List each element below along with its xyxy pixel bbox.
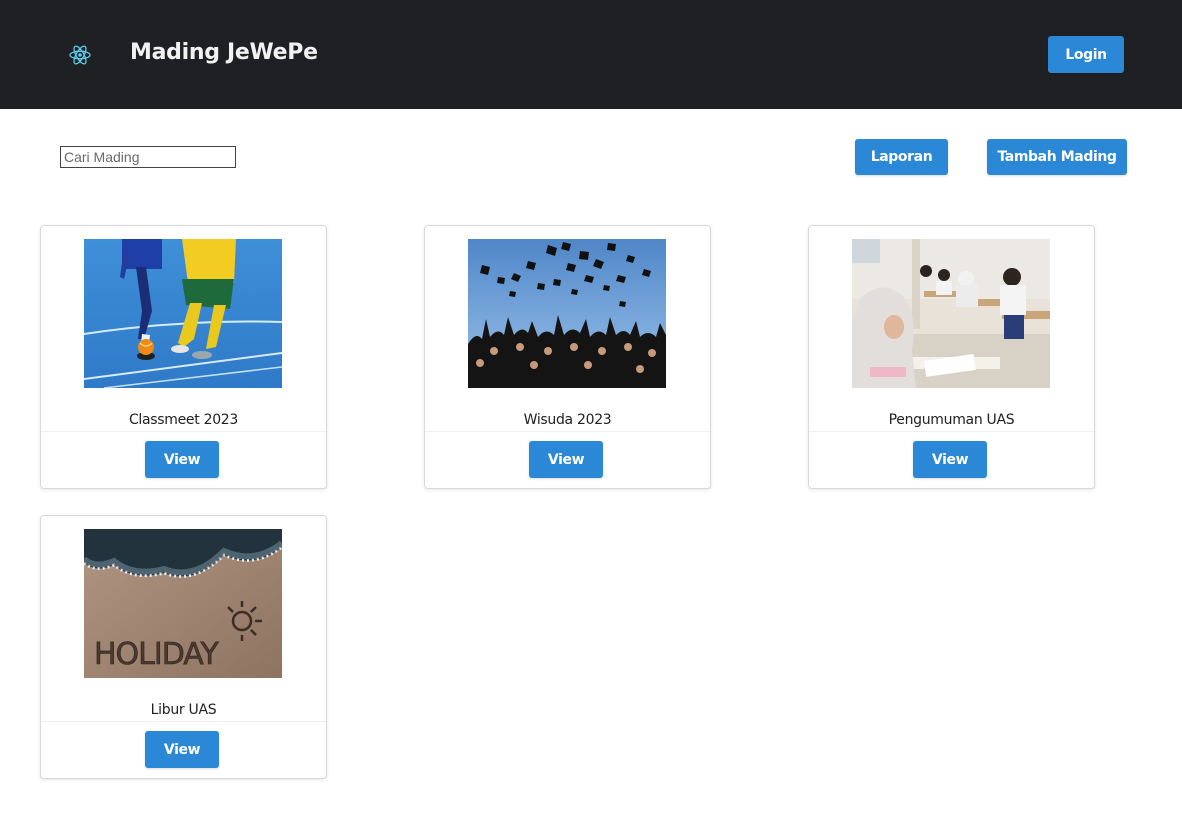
card-divider — [41, 431, 326, 432]
futsal-players-photo — [84, 239, 282, 388]
react-atom-icon — [68, 43, 92, 67]
view-button[interactable]: View — [145, 441, 219, 478]
mading-card: Pengumuman UAS View — [808, 225, 1095, 489]
card-title: Pengumuman UAS — [888, 412, 1015, 428]
card-divider — [41, 721, 326, 722]
laporan-button[interactable]: Laporan — [855, 139, 948, 175]
navbar: Mading JeWePe Login — [0, 0, 1182, 109]
login-button[interactable]: Login — [1048, 36, 1124, 73]
view-button[interactable]: View — [145, 731, 219, 768]
view-button[interactable]: View — [529, 441, 603, 478]
card-title: Classmeet 2023 — [128, 412, 239, 428]
tambah-mading-button[interactable]: Tambah Mading — [987, 139, 1127, 175]
mading-card: Wisuda 2023 View — [424, 225, 711, 489]
svg-text:HOLIDAY: HOLIDAY — [94, 637, 220, 672]
students-exam-photo — [852, 239, 1050, 388]
search-input[interactable] — [60, 146, 236, 168]
card-divider — [425, 431, 710, 432]
mading-card: HOLIDAY Libur UAS View — [40, 515, 327, 779]
card-title: Libur UAS — [150, 702, 217, 718]
graduation-caps-photo — [468, 239, 666, 388]
card-title: Wisuda 2023 — [523, 412, 612, 428]
view-button[interactable]: View — [913, 441, 987, 478]
holiday-sand-photo: HOLIDAY — [84, 529, 282, 678]
mading-card: Classmeet 2023 View — [40, 225, 327, 489]
card-divider — [809, 431, 1094, 432]
app-title[interactable]: Mading JeWePe — [130, 40, 318, 65]
